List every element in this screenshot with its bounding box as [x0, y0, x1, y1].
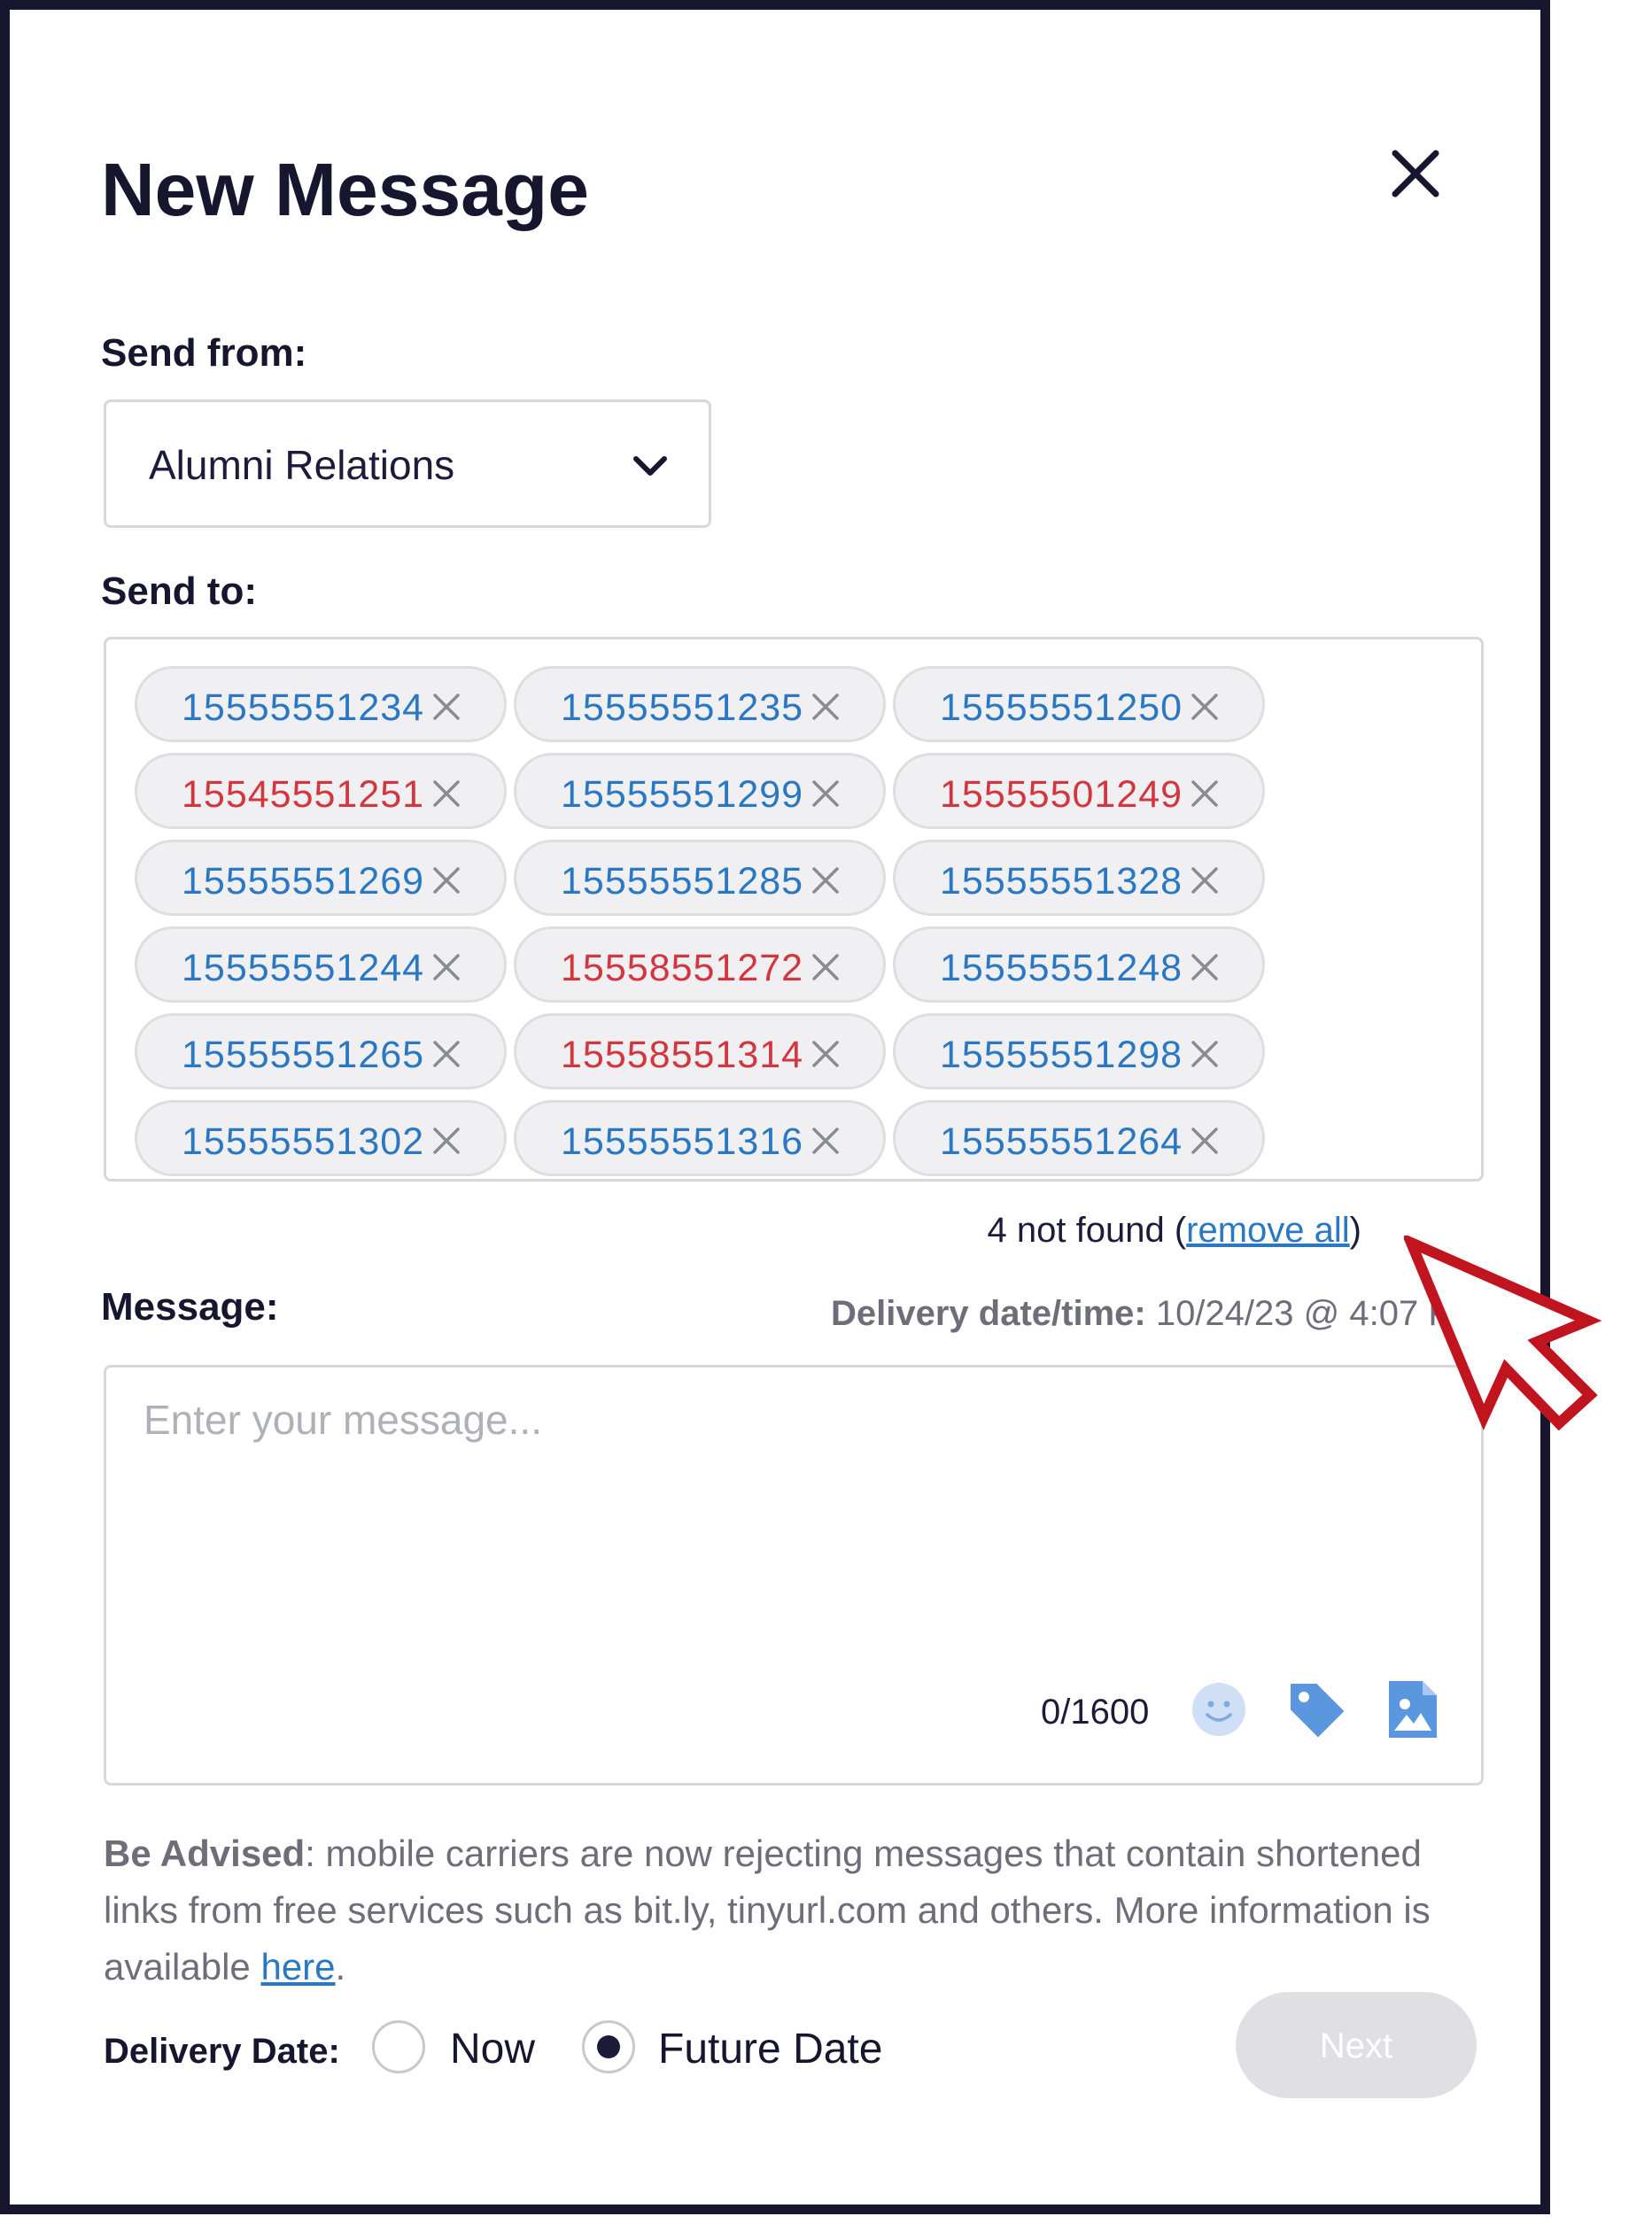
- remove-x-icon[interactable]: [430, 777, 463, 810]
- close-icon[interactable]: [1384, 143, 1446, 205]
- recipient-number: 15555501249: [940, 773, 1183, 816]
- recipient-chip: 15555551299: [514, 753, 886, 829]
- next-button[interactable]: Next: [1236, 1992, 1477, 2098]
- send-to-label: Send to:: [101, 570, 257, 613]
- recipient-chip: 15555551234: [135, 666, 507, 742]
- message-label: Message:: [101, 1285, 279, 1329]
- pointer-cursor-icon: [1404, 1236, 1602, 1430]
- recipient-number: 15555551316: [561, 1120, 804, 1163]
- recipient-number: 15555551328: [940, 860, 1183, 903]
- radio-now-label[interactable]: Now: [450, 2025, 535, 2073]
- remove-x-icon[interactable]: [1188, 690, 1222, 724]
- remove-all-link[interactable]: remove all: [1186, 1211, 1350, 1250]
- char-count: 0/1600: [1041, 1693, 1150, 1732]
- recipients-field[interactable]: 15555551234 15555551235 15555551250 1554555…: [104, 637, 1484, 1182]
- recipient-number: 15555551234: [182, 686, 425, 729]
- recipient-chip: 15558551314: [514, 1013, 886, 1089]
- not-found-summary: 4 not found (remove all): [988, 1211, 1361, 1251]
- remove-x-icon[interactable]: [1188, 950, 1222, 984]
- recipient-chip: 15558551272: [514, 926, 886, 1003]
- recipient-number: 15555551299: [561, 773, 804, 816]
- recipient-chip: 15555551265: [135, 1013, 507, 1089]
- recipient-chip: 15555551302: [135, 1100, 507, 1176]
- recipient-number: 15555551250: [940, 686, 1183, 729]
- recipient-chip: 15555551328: [893, 840, 1265, 916]
- recipient-chip: 15555551264: [893, 1100, 1265, 1176]
- recipient-chip: 15555551285: [514, 840, 886, 916]
- message-box: 0/1600: [104, 1365, 1484, 1786]
- recipient-chip: 15555551244: [135, 926, 507, 1003]
- radio-now[interactable]: [372, 2020, 425, 2073]
- remove-x-icon[interactable]: [1188, 864, 1222, 897]
- remove-x-icon[interactable]: [809, 777, 842, 810]
- remove-x-icon[interactable]: [430, 690, 463, 724]
- remove-x-icon[interactable]: [809, 950, 842, 984]
- send-from-label: Send from:: [101, 331, 307, 375]
- recipient-chip: 15545551251: [135, 753, 507, 829]
- delivery-date-label: Delivery Date:: [104, 2032, 340, 2071]
- radio-future-date-label[interactable]: Future Date: [658, 2025, 882, 2073]
- recipient-chip: 15555501249: [893, 753, 1265, 829]
- delivery-datetime-label: Delivery date/time:: [831, 1294, 1146, 1333]
- remove-x-icon[interactable]: [809, 690, 842, 724]
- message-input[interactable]: [142, 1394, 1447, 1628]
- delivery-datetime: Delivery date/time: 10/24/23 @ 4:07 P: [831, 1294, 1452, 1334]
- remove-x-icon[interactable]: [430, 864, 463, 897]
- recipient-number: 15555551298: [940, 1034, 1183, 1076]
- recipient-number: 15555551244: [182, 947, 425, 989]
- emoji-icon[interactable]: [1189, 1678, 1249, 1741]
- recipient-chip: 15555551269: [135, 840, 507, 916]
- dialog-title: New Message: [101, 148, 589, 231]
- recipient-number: 15555551269: [182, 860, 425, 903]
- recipient-number: 15555551302: [182, 1120, 425, 1163]
- recipient-number: 15558551314: [561, 1034, 804, 1076]
- new-message-dialog: New Message Send from: Alumni Relations …: [0, 0, 1550, 2214]
- advisory-here-link[interactable]: here: [260, 1946, 335, 1988]
- send-from-select[interactable]: Alumni Relations: [104, 399, 711, 528]
- remove-x-icon[interactable]: [809, 1037, 842, 1071]
- recipient-number: 15555551264: [940, 1120, 1183, 1163]
- recipient-number: 15545551251: [182, 773, 425, 816]
- recipient-number: 15558551272: [561, 947, 804, 989]
- chevron-down-icon: [633, 456, 667, 476]
- recipient-number: 15555551265: [182, 1034, 425, 1076]
- recipient-chip: 15555551250: [893, 666, 1265, 742]
- radio-future-date[interactable]: [582, 2020, 635, 2073]
- image-icon[interactable]: [1382, 1678, 1442, 1741]
- remove-x-icon[interactable]: [1188, 1124, 1222, 1158]
- recipient-number: 15555551235: [561, 686, 804, 729]
- remove-x-icon[interactable]: [430, 1037, 463, 1071]
- tag-icon[interactable]: [1286, 1678, 1346, 1741]
- advisory-bold: Be Advised: [104, 1833, 306, 1874]
- remove-x-icon[interactable]: [809, 1124, 842, 1158]
- remove-x-icon[interactable]: [809, 864, 842, 897]
- recipient-chip: 15555551298: [893, 1013, 1265, 1089]
- send-from-value: Alumni Relations: [149, 442, 455, 488]
- advisory-notice: Be Advised: mobile carriers are now reje…: [104, 1825, 1485, 1995]
- not-found-close-paren: ): [1349, 1211, 1361, 1250]
- not-found-count: 4 not found (: [987, 1211, 1187, 1250]
- advisory-end: .: [335, 1946, 346, 1988]
- remove-x-icon[interactable]: [1188, 1037, 1222, 1071]
- remove-x-icon[interactable]: [430, 1124, 463, 1158]
- recipient-chip: 15555551248: [893, 926, 1265, 1003]
- recipient-chip: 15555551316: [514, 1100, 886, 1176]
- recipient-number: 15555551285: [561, 860, 804, 903]
- recipient-number: 15555551248: [940, 947, 1183, 989]
- remove-x-icon[interactable]: [430, 950, 463, 984]
- recipient-chip: 15555551235: [514, 666, 886, 742]
- remove-x-icon[interactable]: [1188, 777, 1222, 810]
